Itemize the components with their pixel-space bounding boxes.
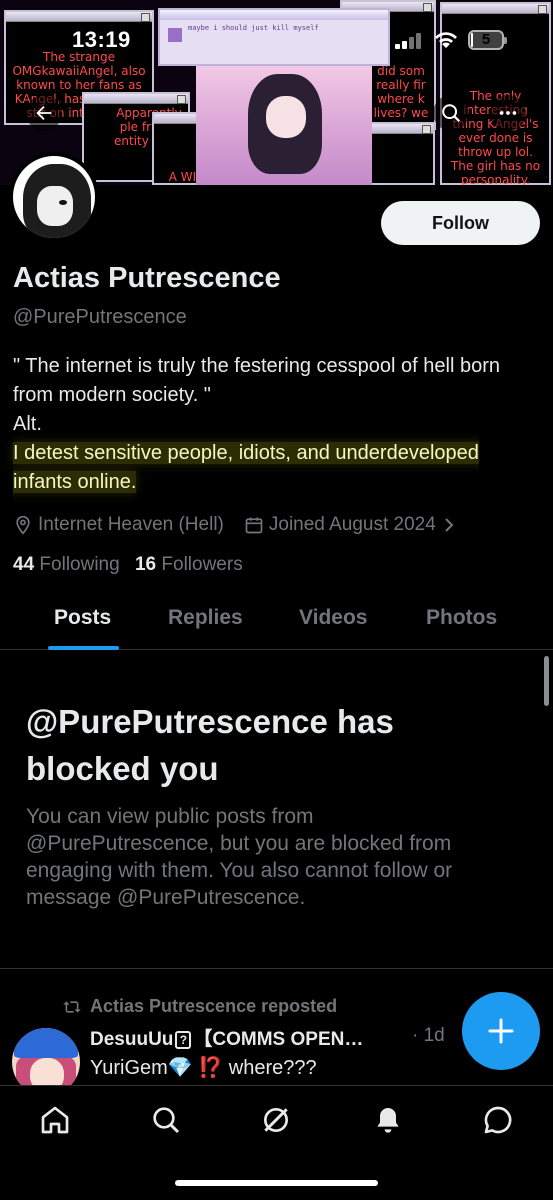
profile-joined: Joined August 2024 <box>268 514 436 535</box>
tab-photos[interactable]: Photos <box>426 606 497 630</box>
author-name-prefix: DesuuUu <box>90 1029 174 1050</box>
bio-line: " The internet is truly the festering ce… <box>13 355 500 406</box>
nav-messages[interactable] <box>478 1100 518 1140</box>
messages-icon <box>484 1106 512 1134</box>
timestamp-value: 1d <box>423 1025 445 1046</box>
post-text-prefix: YuriGem <box>90 1057 168 1079</box>
divider <box>0 968 553 969</box>
battery-icon: 5 <box>468 30 507 50</box>
profile-meta: Internet Heaven (Hell) Joined August 202… <box>13 512 461 538</box>
banner-character-art <box>196 66 372 185</box>
location-icon <box>13 515 33 535</box>
more-icon <box>499 111 517 115</box>
repost-label: Actias Putrescence reposted <box>90 996 338 1016</box>
followers-label: Followers <box>161 554 243 575</box>
display-name: Actias Putrescence <box>13 262 281 294</box>
notifications-icon <box>377 1108 399 1133</box>
blocked-description: You can view public posts from @PurePutr… <box>26 805 453 909</box>
back-button[interactable] <box>26 95 62 131</box>
calendar-icon <box>244 515 264 535</box>
post-text: YuriGem💎 ⁉️ where??? <box>90 1055 317 1080</box>
following-link[interactable]: 44 Following <box>13 554 120 575</box>
followers-link[interactable]: 16 Followers <box>135 554 243 575</box>
nav-notifications[interactable] <box>368 1100 408 1140</box>
status-bar: 13:19 5 <box>0 0 553 82</box>
post-author-name[interactable]: DesuuUu? 【COMMS OPEN… <box>90 1024 440 1051</box>
blocked-heading: @PurePutrescence has blocked you <box>26 703 394 787</box>
profile-bio: " The internet is truly the festering ce… <box>13 352 543 497</box>
follow-button[interactable]: Follow <box>381 201 540 245</box>
followers-count: 16 <box>134 554 157 575</box>
compose-post-button[interactable] <box>462 992 540 1070</box>
following-label: Following <box>39 554 120 575</box>
home-icon <box>41 1106 69 1134</box>
repost-indicator[interactable]: Actias Putrescence reposted <box>62 996 337 1017</box>
wifi-icon <box>433 30 459 55</box>
tab-videos[interactable]: Videos <box>299 606 367 630</box>
cellular-signal-icon <box>395 33 421 49</box>
alarm-emoji: ⁉️ <box>198 1057 224 1079</box>
profile-handle: @PurePutrescence <box>13 306 187 328</box>
following-count: 44 <box>13 554 35 575</box>
plus-icon <box>488 1018 514 1044</box>
bio-highlighted-line: I detest sensitive people, idiots, and u… <box>13 442 479 493</box>
nav-search[interactable] <box>146 1100 186 1140</box>
more-options-button[interactable] <box>490 95 526 131</box>
post-text-suffix: where??? <box>228 1057 317 1079</box>
post-timestamp: · 1d <box>412 1025 445 1047</box>
repost-icon <box>62 999 82 1015</box>
search-icon <box>442 104 461 123</box>
search-icon <box>153 1107 180 1134</box>
gem-emoji: 💎 <box>167 1057 193 1079</box>
author-name-symbol: ? <box>175 1031 192 1049</box>
active-tab-indicator <box>48 646 119 650</box>
tab-posts[interactable]: Posts <box>54 606 111 630</box>
chevron-right-icon[interactable] <box>442 516 456 534</box>
tab-replies[interactable]: Replies <box>168 606 243 630</box>
profile-tabs: Posts Replies Videos Photos <box>0 596 553 650</box>
back-arrow-icon <box>36 105 52 121</box>
follow-counts: 44 Following 16 Followers <box>13 554 243 576</box>
nav-home[interactable] <box>35 1100 75 1140</box>
status-time: 13:19 <box>72 27 131 52</box>
bio-line: Alt. <box>13 413 42 435</box>
search-profile-button[interactable] <box>433 95 469 131</box>
author-name-suffix: 【COMMS OPEN… <box>193 1029 364 1050</box>
battery-percent: 5 <box>481 31 491 48</box>
grok-icon <box>264 1108 288 1132</box>
timestamp-separator: · <box>412 1025 419 1046</box>
home-indicator[interactable] <box>175 1180 378 1186</box>
profile-avatar[interactable] <box>9 152 99 242</box>
scrollbar-thumb[interactable] <box>544 656 549 706</box>
profile-location: Internet Heaven (Hell) <box>38 514 224 535</box>
nav-grok[interactable] <box>256 1100 296 1140</box>
